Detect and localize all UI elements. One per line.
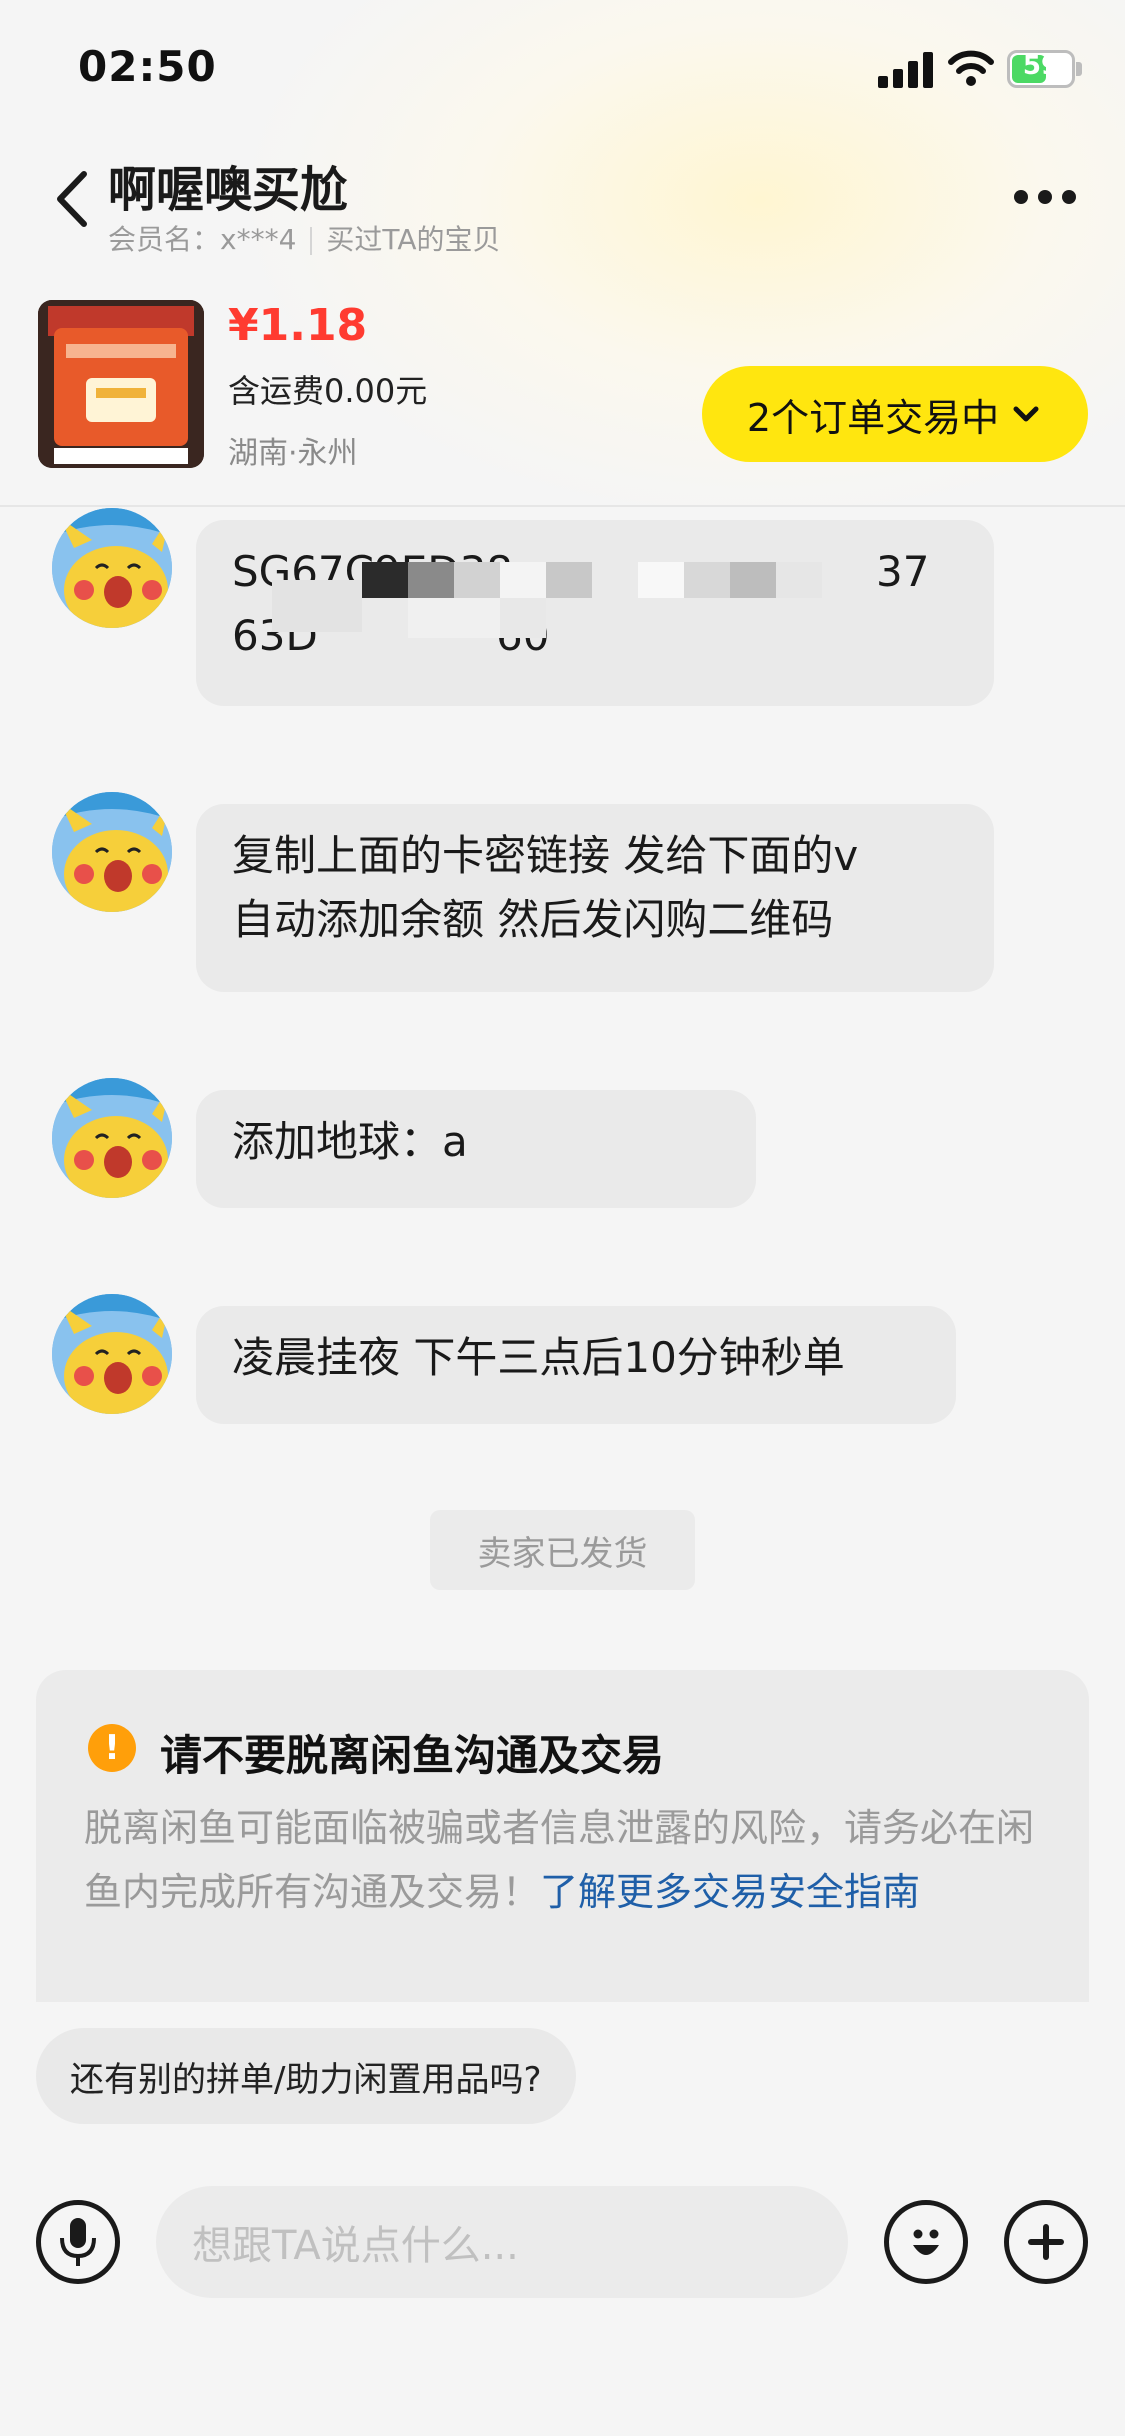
message-bubble[interactable]: 凌晨挂夜 下午三点后10分钟秒单 bbox=[196, 1306, 956, 1424]
status-time: 02:50 bbox=[78, 42, 217, 91]
battery-icon: 59 bbox=[1007, 50, 1075, 88]
plus-icon bbox=[1028, 2224, 1064, 2260]
exclamation-icon: ! bbox=[88, 1724, 136, 1772]
quick-reply-chip[interactable]: 还有别的拼单/助力闲置用品吗? bbox=[36, 2028, 576, 2124]
warning-body: 脱离闲鱼可能面临被骗或者信息泄露的风险，请务必在闲鱼内完成所有沟通及交易！了解更… bbox=[84, 1796, 1044, 1924]
avatar[interactable] bbox=[52, 1294, 172, 1414]
signal-icon bbox=[878, 52, 933, 88]
shipping-fee: 含运费0.00元 bbox=[228, 372, 428, 410]
product-price: ¥1.18 bbox=[228, 300, 368, 351]
header-divider bbox=[0, 505, 1125, 507]
wifi-icon bbox=[948, 50, 994, 86]
battery-percent: 59 bbox=[1022, 51, 1060, 81]
member-name: 会员名：x***4 bbox=[108, 223, 297, 256]
plus-button[interactable] bbox=[1004, 2200, 1088, 2284]
warning-title: 请不要脱离闲鱼沟通及交易 bbox=[160, 1731, 665, 1780]
product-image bbox=[38, 300, 204, 468]
order-status-label: 2个订单交易中 bbox=[746, 395, 1000, 440]
member-info: 会员名：x***4 买过TA的宝贝 bbox=[108, 218, 500, 258]
battery-nub bbox=[1076, 62, 1082, 76]
relation-label: 买过TA的宝贝 bbox=[326, 223, 501, 256]
message-text: 凌晨挂夜 下午三点后10分钟秒单 bbox=[232, 1333, 845, 1382]
smiley-icon bbox=[913, 2229, 939, 2255]
chat-title[interactable]: 啊喔噢买尬 bbox=[108, 150, 348, 220]
avatar[interactable] bbox=[52, 792, 172, 912]
product-thumbnail[interactable] bbox=[38, 300, 204, 468]
chevron-down-icon bbox=[1013, 406, 1039, 422]
pikachu-avatar-image bbox=[52, 792, 172, 912]
voice-button[interactable] bbox=[36, 2200, 120, 2284]
order-status-button[interactable]: 2个订单交易中 bbox=[702, 366, 1088, 462]
message-text: 添加地球：a bbox=[232, 1117, 468, 1166]
shipped-status-tag: 卖家已发货 bbox=[430, 1510, 695, 1590]
message-bubble[interactable]: 复制上面的卡密链接 发给下面的v 自动添加余额 然后发闪购二维码 bbox=[196, 804, 994, 992]
message-line: 复制上面的卡密链接 发给下面的v bbox=[232, 831, 859, 880]
pikachu-avatar-image bbox=[52, 1294, 172, 1414]
avatar[interactable] bbox=[52, 508, 172, 628]
message-bubble[interactable]: SG67C9ED38 63D 37 60 bbox=[196, 520, 994, 706]
more-dots-icon[interactable] bbox=[1012, 186, 1078, 208]
seller-location: 湖南·永州 bbox=[228, 436, 358, 471]
message-bubble[interactable]: 添加地球：a bbox=[196, 1090, 756, 1208]
avatar[interactable] bbox=[52, 1078, 172, 1198]
pikachu-avatar-image bbox=[52, 508, 172, 628]
message-line: 自动添加余额 然后发闪购二维码 bbox=[232, 895, 834, 944]
mosaic-censor bbox=[272, 562, 822, 638]
subtitle-separator bbox=[310, 227, 313, 255]
safety-guide-link[interactable]: 了解更多交易安全指南 bbox=[540, 1870, 920, 1914]
pikachu-avatar-image bbox=[52, 1078, 172, 1198]
emoji-button[interactable] bbox=[884, 2200, 968, 2284]
microphone-icon bbox=[60, 2218, 96, 2266]
message-input[interactable]: 想跟TA说点什么... bbox=[156, 2186, 848, 2298]
chevron-left-icon[interactable] bbox=[52, 170, 92, 228]
